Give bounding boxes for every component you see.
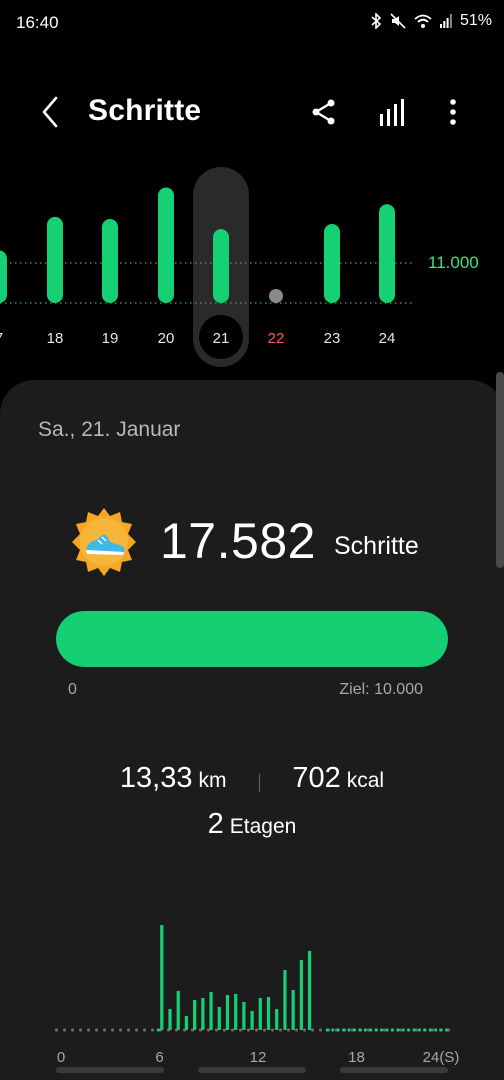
week-bar-23[interactable] <box>324 224 340 303</box>
hourly-bar[interactable] <box>283 970 287 1030</box>
steps-unit: Schritte <box>334 532 419 560</box>
more-options-button[interactable] <box>431 90 475 134</box>
floors-row: 2 Etagen <box>0 808 504 841</box>
hourly-bar[interactable] <box>201 998 205 1030</box>
week-bar-20[interactable] <box>158 187 174 304</box>
running-shoe-badge-icon <box>68 506 140 578</box>
nav-recent-button[interactable] <box>56 1067 164 1073</box>
week-day-label-20[interactable]: 20 <box>158 330 175 347</box>
week-bar-24[interactable] <box>379 204 395 303</box>
bar-chart-icon <box>380 99 404 126</box>
nav-back-button[interactable] <box>340 1067 448 1073</box>
hourly-bar[interactable] <box>242 1002 246 1030</box>
week-day-label-24[interactable]: 24 <box>379 330 396 347</box>
weekly-steps-chart[interactable]: 7 18 19 20 21 22 23 24 11.000 <box>0 160 504 380</box>
wifi-icon <box>414 14 432 29</box>
calories-value: 702 <box>292 762 341 794</box>
selected-date: Sa., 21. Januar <box>38 418 181 441</box>
mute-icon <box>390 13 406 29</box>
hourly-bar[interactable] <box>250 1011 254 1030</box>
hourly-bar[interactable] <box>258 998 262 1030</box>
week-bar-18[interactable] <box>47 216 63 303</box>
hourly-bar[interactable] <box>299 960 303 1030</box>
hourly-bar[interactable] <box>234 994 238 1030</box>
week-day-label-23[interactable]: 23 <box>324 330 341 347</box>
week-empty-dot-22[interactable] <box>269 289 283 303</box>
hourly-bar[interactable] <box>225 995 230 1030</box>
week-day-label-22[interactable]: 22 <box>268 330 285 347</box>
system-nav-bar <box>0 1060 504 1080</box>
week-day-label-7[interactable]: 7 <box>0 330 3 347</box>
hourly-bar[interactable] <box>217 1007 221 1030</box>
calories-unit: kcal <box>346 769 385 792</box>
steps-count: 17.582 <box>160 513 316 569</box>
hourly-bar[interactable] <box>160 925 164 1030</box>
steps-progress-fill <box>56 611 448 667</box>
more-vertical-icon <box>450 99 456 125</box>
hourly-bar[interactable] <box>209 992 213 1030</box>
battery-level: 51% <box>459 12 492 29</box>
hourly-bar[interactable] <box>275 1009 279 1030</box>
week-day-label-21[interactable]: 21 <box>213 330 230 347</box>
nav-home-button[interactable] <box>198 1067 306 1073</box>
hourly-bar[interactable] <box>168 1009 172 1030</box>
hourly-bar[interactable] <box>193 1000 197 1030</box>
scrollbar[interactable] <box>496 372 504 568</box>
week-day-label-19[interactable]: 19 <box>102 330 119 347</box>
app-header: Schritte <box>0 80 504 144</box>
week-day-label-18[interactable]: 18 <box>47 330 64 347</box>
hourly-bar[interactable] <box>291 990 295 1030</box>
signal-icon <box>439 14 452 28</box>
statistics-button[interactable] <box>370 90 414 134</box>
target-line-label: 11.000 <box>428 253 479 272</box>
progress-min-label: 0 <box>68 681 77 698</box>
week-bar-19[interactable] <box>102 219 118 303</box>
status-time: 16:40 <box>16 13 59 32</box>
hourly-bar[interactable] <box>176 991 180 1030</box>
status-bar: 16:40 51% <box>0 0 504 46</box>
status-icons: 51% <box>370 12 492 30</box>
floors-unit: Etagen <box>229 815 297 838</box>
hourly-steps-chart[interactable]: 0 6 12 18 24(S) <box>0 900 504 1080</box>
hourly-bar[interactable] <box>184 1016 189 1030</box>
hourly-bar[interactable] <box>266 997 271 1030</box>
hourly-bar[interactable] <box>307 951 312 1030</box>
progress-goal-label: Ziel: 10.000 <box>339 681 423 698</box>
hourly-chart-svg: 0 6 12 18 24(S) <box>55 925 459 1066</box>
page-title: Schritte <box>88 94 202 127</box>
share-button[interactable] <box>302 90 346 134</box>
stats-divider <box>258 773 260 792</box>
daily-summary-card: Sa., 21. Januar 17.582 Schritte 0 Ziel: … <box>0 380 504 1080</box>
floors-value: 2 <box>207 808 224 840</box>
share-icon <box>312 99 335 125</box>
back-button[interactable] <box>30 90 70 134</box>
stats-row: 13,33 km 702 kcal <box>0 762 504 795</box>
week-bar-21[interactable] <box>213 229 229 303</box>
bluetooth-icon <box>370 13 382 29</box>
steps-progress-bar <box>56 611 448 667</box>
week-bar-7[interactable] <box>0 250 7 304</box>
distance-value: 13,33 <box>119 762 193 794</box>
distance-unit: km <box>198 769 227 792</box>
chevron-left-icon <box>42 96 58 128</box>
